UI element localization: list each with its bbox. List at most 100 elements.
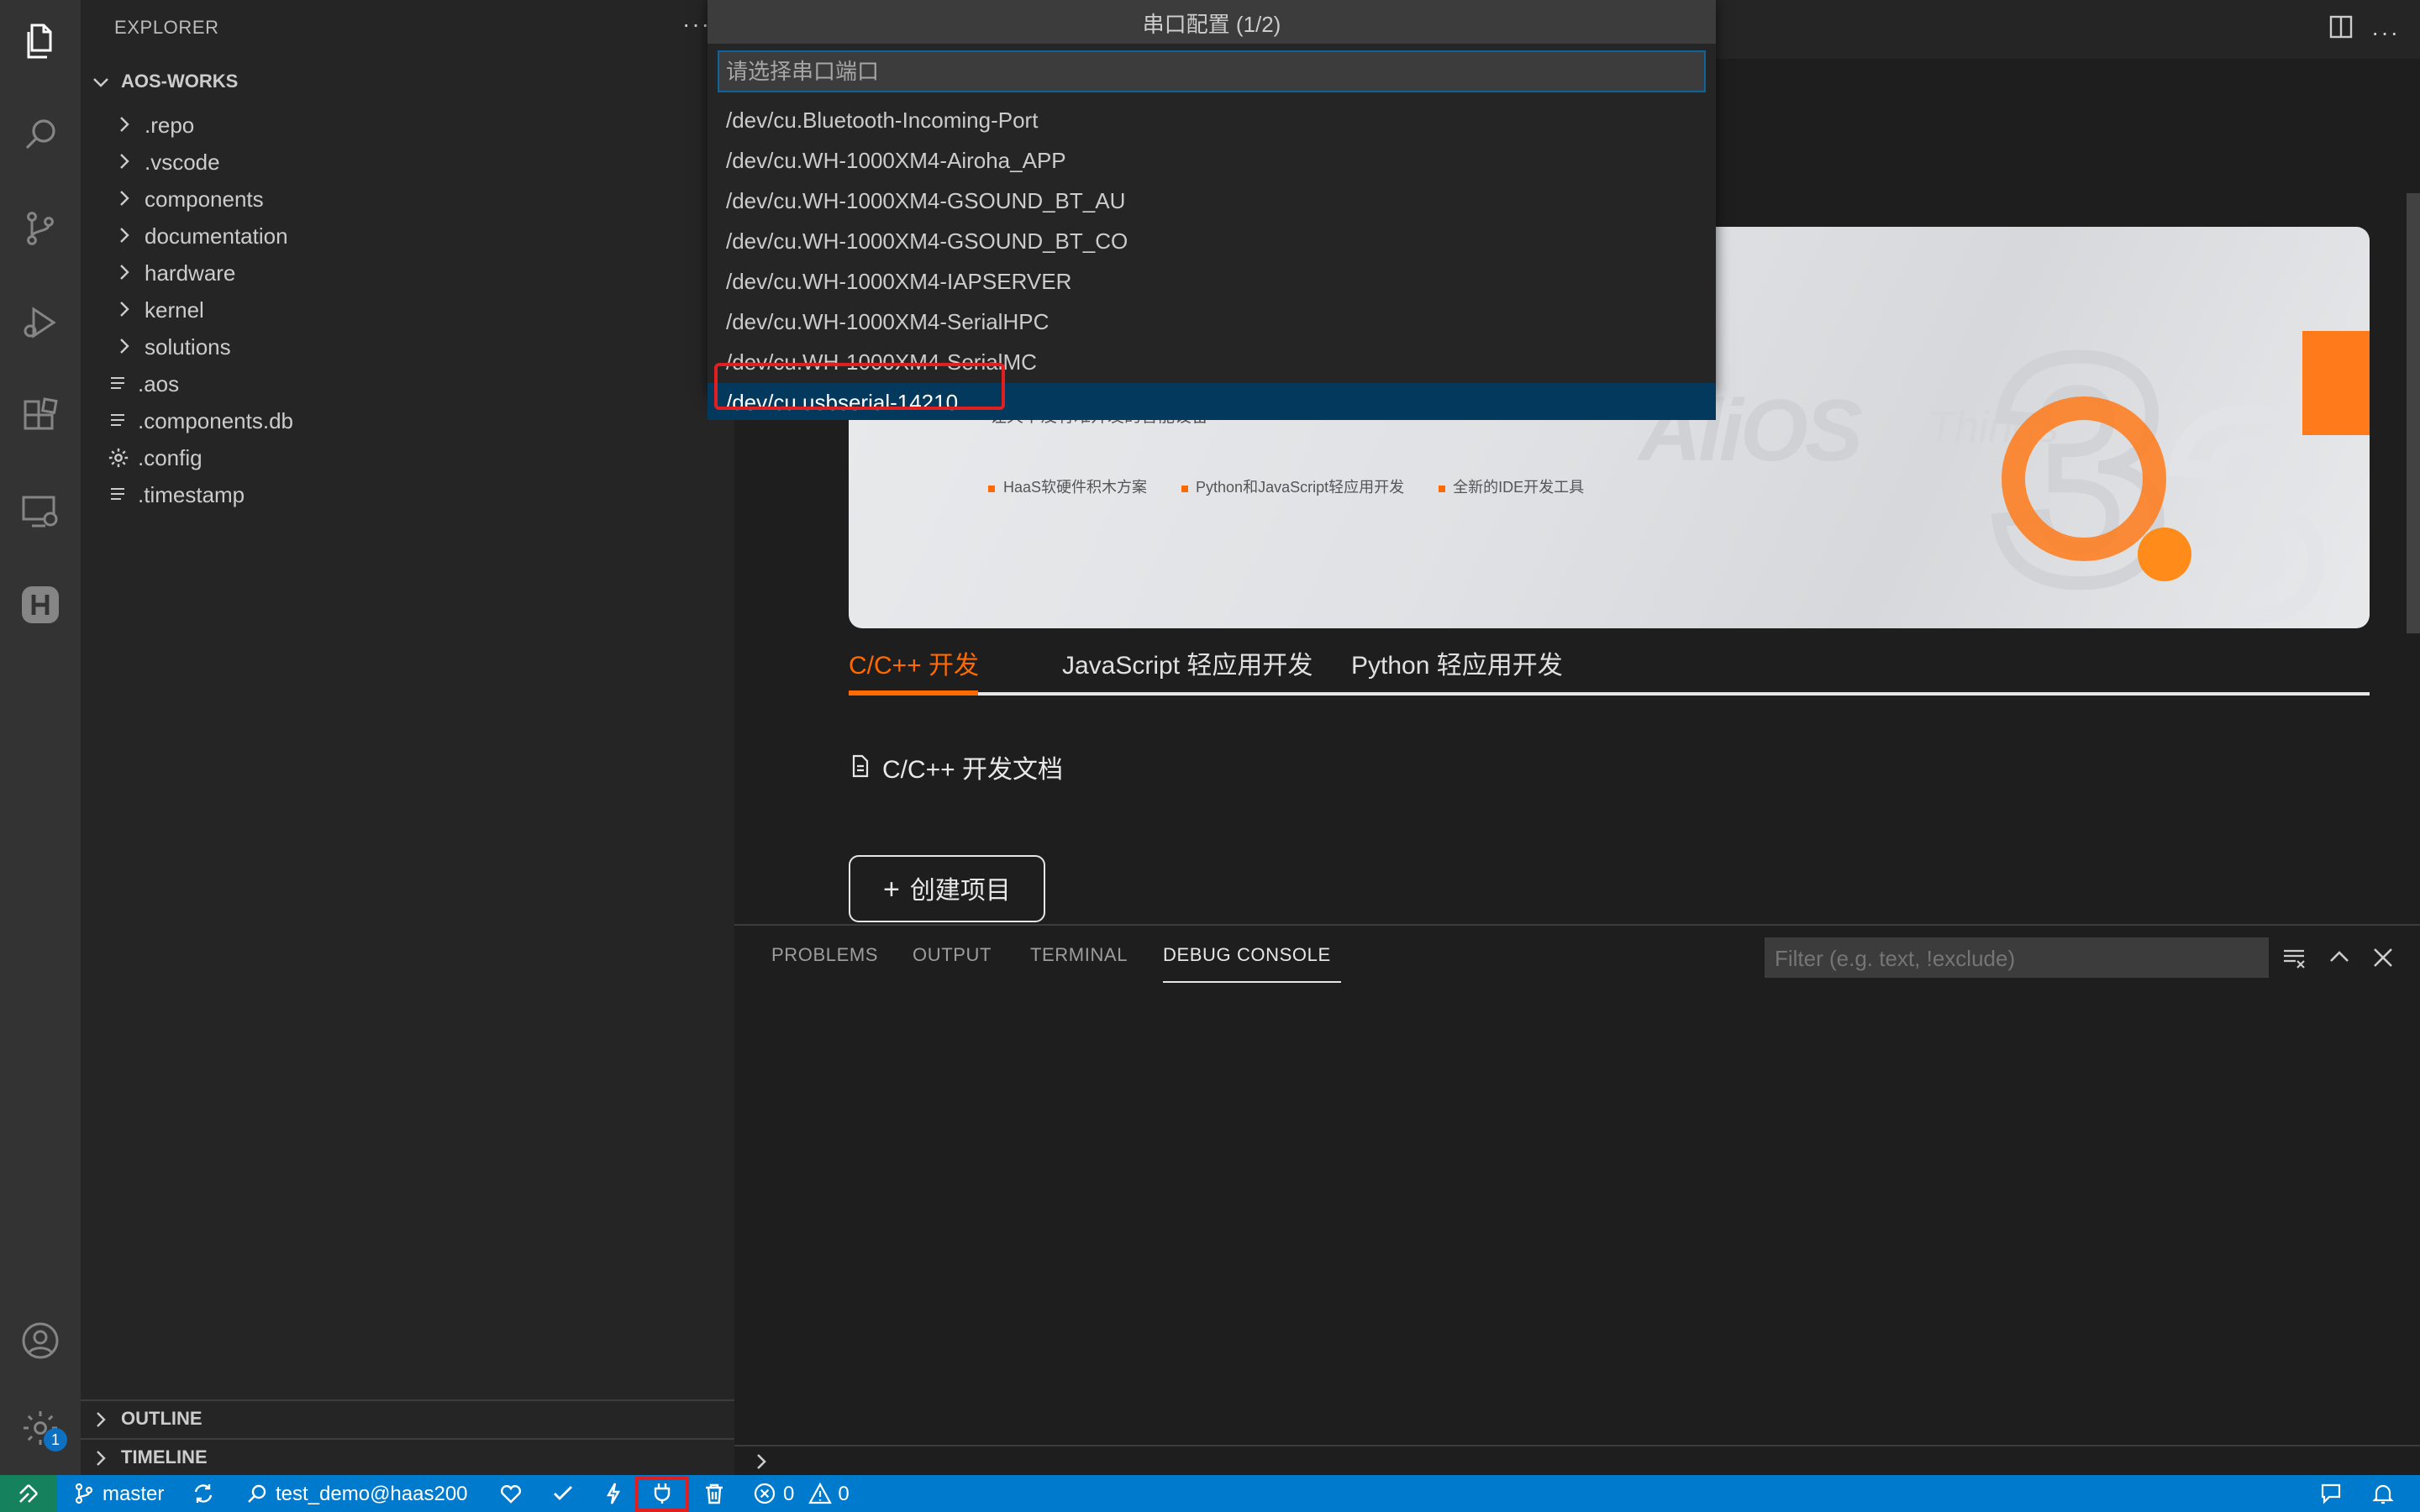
problems-status[interactable]: 0 0 bbox=[753, 1475, 850, 1512]
tree-item-label: .config bbox=[138, 444, 203, 470]
tab-output[interactable]: OUTPUT bbox=[913, 946, 992, 966]
tree-item-label: .aos bbox=[138, 370, 180, 396]
outline-section[interactable]: OUTLINE bbox=[81, 1399, 734, 1436]
tree-item-label: .timestamp bbox=[138, 481, 245, 507]
account-icon[interactable] bbox=[20, 1320, 60, 1361]
timeline-label: TIMELINE bbox=[121, 1447, 208, 1467]
source-control-icon[interactable] bbox=[20, 208, 60, 249]
tree-item-label: .repo bbox=[145, 112, 195, 137]
clear-console-icon[interactable] bbox=[2281, 944, 2307, 971]
workspace-folder[interactable]: AOS-WORKS bbox=[87, 64, 238, 101]
create-project-button[interactable]: + 创建项目 bbox=[849, 855, 1045, 922]
files-icon[interactable] bbox=[20, 20, 60, 60]
tree-file[interactable]: .timestamp bbox=[81, 475, 734, 512]
feedback-icon[interactable] bbox=[2319, 1475, 2343, 1512]
build-check-icon[interactable] bbox=[551, 1475, 575, 1512]
tree-item-label: components bbox=[145, 186, 264, 211]
timeline-section[interactable]: TIMELINE bbox=[81, 1438, 734, 1475]
flash-icon[interactable] bbox=[602, 1475, 625, 1512]
serial-port-option[interactable]: /dev/cu.WH-1000XM4-Airoha_APP bbox=[708, 141, 1716, 178]
run-debug-icon[interactable] bbox=[20, 302, 60, 343]
active-tab-indicator bbox=[849, 690, 978, 696]
tree-folder[interactable]: components bbox=[81, 180, 734, 217]
haas-icon[interactable] bbox=[20, 585, 60, 625]
branch-status[interactable]: master bbox=[72, 1475, 164, 1512]
banner-feature: Python和JavaScript轻应用开发 bbox=[1181, 475, 1404, 497]
trash-icon[interactable] bbox=[702, 1475, 726, 1512]
user-status[interactable]: test_demo@haas200 bbox=[245, 1475, 468, 1512]
banner-feature: HaaS软硬件积木方案 bbox=[988, 475, 1147, 497]
serial-port-option[interactable]: /dev/cu.WH-1000XM4-GSOUND_BT_CO bbox=[708, 222, 1716, 259]
tab-problems[interactable]: PROBLEMS bbox=[771, 946, 878, 966]
error-count: 0 bbox=[783, 1482, 795, 1505]
plus-icon: + bbox=[883, 873, 900, 905]
more-actions-icon[interactable]: ··· bbox=[2371, 18, 2400, 45]
serial-port-option[interactable]: /dev/cu.Bluetooth-Incoming-Port bbox=[708, 101, 1716, 138]
notifications-icon[interactable] bbox=[2371, 1475, 2395, 1512]
serial-port-option[interactable]: /dev/cu.WH-1000XM4-IAPSERVER bbox=[708, 262, 1716, 299]
tab-terminal[interactable]: TERMINAL bbox=[1030, 946, 1128, 966]
tree-folder[interactable]: kernel bbox=[81, 291, 734, 328]
tree-folder[interactable]: .vscode bbox=[81, 143, 734, 180]
tab-javascript[interactable]: JavaScript 轻应用开发 bbox=[1062, 647, 1313, 682]
tab-cpp[interactable]: C/C++ 开发 bbox=[849, 647, 979, 682]
tab-python[interactable]: Python 轻应用开发 bbox=[1351, 647, 1563, 682]
banner-feature: 全新的IDE开发工具 bbox=[1438, 475, 1584, 497]
explorer-sidebar: EXPLORER ··· AOS-WORKS .repo .vscode compo… bbox=[81, 0, 734, 1475]
extensions-icon[interactable] bbox=[20, 396, 60, 437]
tree-folder[interactable]: hardware bbox=[81, 254, 734, 291]
editor-scrollbar[interactable] bbox=[2407, 193, 2420, 633]
chevron-right-icon bbox=[111, 222, 138, 249]
explorer-title: EXPLORER bbox=[114, 18, 219, 39]
banner-features: HaaS软硬件积木方案 Python和JavaScript轻应用开发 全新的ID… bbox=[988, 475, 1584, 497]
tree-folder[interactable]: .repo bbox=[81, 106, 734, 143]
tab-debug-console[interactable]: DEBUG CONSOLE bbox=[1163, 946, 1331, 966]
plug-highlight-box bbox=[635, 1477, 689, 1512]
tree-item-label: .vscode bbox=[145, 149, 220, 174]
remote-indicator[interactable] bbox=[0, 1475, 57, 1512]
tree-item-label: solutions bbox=[145, 333, 231, 359]
tree-item-label: kernel bbox=[145, 297, 204, 322]
workspace-folder-label: AOS-WORKS bbox=[121, 72, 239, 92]
panel-active-indicator bbox=[1163, 981, 1341, 983]
chevron-right-icon bbox=[111, 148, 138, 175]
quick-pick-title: 串口配置 (1/2) bbox=[708, 0, 1716, 44]
tree-folder[interactable]: solutions bbox=[81, 328, 734, 365]
split-editor-icon[interactable] bbox=[2328, 13, 2354, 49]
cpp-doc-link[interactable]: C/C++ 开发文档 bbox=[849, 751, 1063, 786]
search-icon bbox=[248, 1484, 266, 1503]
dev-tabs: C/C++ 开发 JavaScript 轻应用开发 Python 轻应用开发 bbox=[849, 640, 2370, 696]
serial-port-quick-pick: 串口配置 (1/2) /dev/cu.Bluetooth-Incoming-Po… bbox=[708, 0, 1716, 420]
bottom-panel: PROBLEMS OUTPUT TERMINAL DEBUG CONSOLE bbox=[734, 924, 2420, 1475]
settings-badge: 1 bbox=[44, 1428, 67, 1452]
tree-item-label: hardware bbox=[145, 260, 236, 285]
chevron-right-icon bbox=[111, 111, 138, 138]
sync-icon[interactable] bbox=[192, 1475, 215, 1512]
explorer-more-actions[interactable]: ··· bbox=[682, 10, 711, 37]
debug-filter-input[interactable] bbox=[1765, 937, 2269, 978]
search-icon[interactable] bbox=[20, 114, 60, 155]
outline-label: OUTLINE bbox=[121, 1409, 203, 1429]
tree-file[interactable]: .components.db bbox=[81, 402, 734, 438]
remote-explorer-icon[interactable] bbox=[20, 491, 60, 531]
tree-folder[interactable]: documentation bbox=[81, 217, 734, 254]
create-project-label: 创建项目 bbox=[909, 876, 1011, 905]
tree-file[interactable]: .aos bbox=[81, 365, 734, 402]
vscode-window: 1 EXPLORER ··· AOS-WORKS .repo .vscode com… bbox=[0, 0, 2420, 1512]
serial-port-option[interactable]: /dev/cu.WH-1000XM4-GSOUND_BT_AU bbox=[708, 181, 1716, 218]
document-icon bbox=[849, 753, 872, 784]
close-panel-icon[interactable] bbox=[2370, 944, 2396, 971]
quick-pick-input[interactable] bbox=[718, 50, 1706, 92]
chevron-down-icon bbox=[87, 69, 114, 96]
file-lines-icon bbox=[104, 407, 131, 433]
heart-icon[interactable] bbox=[499, 1475, 523, 1512]
serial-port-option[interactable]: /dev/cu.WH-1000XM4-SerialHPC bbox=[708, 302, 1716, 339]
status-bar: master test_demo@haas200 0 0 bbox=[0, 1475, 2420, 1512]
doc-link-label: C/C++ 开发文档 bbox=[882, 756, 1064, 785]
gear-icon bbox=[104, 444, 131, 470]
chevron-right-icon bbox=[111, 296, 138, 323]
maximize-panel-icon[interactable] bbox=[2326, 944, 2353, 971]
file-lines-icon bbox=[104, 480, 131, 507]
file-lines-icon bbox=[104, 370, 131, 396]
tree-file[interactable]: .config bbox=[81, 438, 734, 475]
